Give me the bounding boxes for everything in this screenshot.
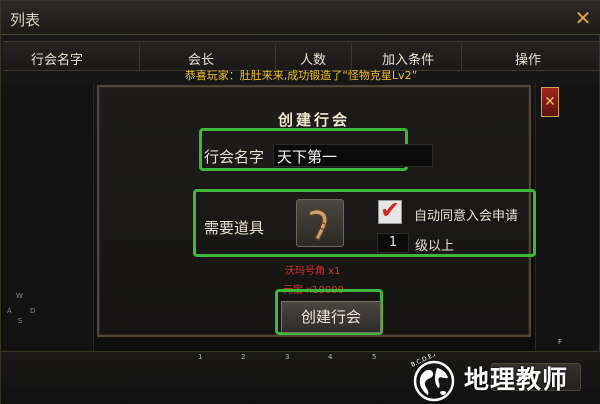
guild-list-window: 列表 ✕ 行会名字 会长 人数 加入条件 操作 恭喜玩家：肚肚来来,成功锻造了“…	[0, 0, 600, 404]
watermark-text: 地理教师	[464, 365, 569, 394]
window-titlebar: 列表 ✕	[1, 1, 600, 35]
globe-logo-icon: B.C.D.E.F	[410, 354, 455, 402]
hotbar-slot-4[interactable]: 4	[328, 353, 332, 361]
compass-d: D	[30, 307, 36, 315]
system-announcement: 恭喜玩家：肚肚来来,成功锻造了“怪物克星Lv2”	[184, 69, 418, 82]
min-level-input[interactable]: 1	[377, 233, 409, 253]
compass-a: A	[7, 307, 12, 315]
required-item-slot[interactable]	[296, 199, 344, 247]
panel-divider	[93, 83, 94, 353]
guild-name-input[interactable]: 天下第一	[273, 144, 433, 167]
checkmark-icon: ✔	[380, 196, 401, 224]
compass-w: W	[16, 292, 23, 300]
compass-s: S	[18, 317, 23, 325]
horn-icon	[308, 208, 328, 242]
column-members[interactable]: 人数	[300, 49, 326, 68]
min-level-suffix: 级以上	[415, 239, 455, 254]
right-panel	[536, 83, 599, 351]
create-guild-button[interactable]: 创建行会	[281, 301, 381, 333]
required-item-cost: 沃玛号角 x1	[285, 266, 341, 277]
column-join-condition[interactable]: 加入条件	[382, 49, 434, 68]
movement-compass: W A S D	[5, 289, 41, 325]
auto-approve-checkbox[interactable]: ✔	[378, 196, 402, 224]
dialog-title: 创建行会	[277, 111, 350, 129]
column-actions[interactable]: 操作	[515, 49, 541, 68]
hotkey-f: F	[558, 338, 563, 346]
close-icon[interactable]: ✕	[573, 8, 593, 28]
guild-name-label: 行会名字	[204, 148, 265, 166]
dialog-close-icon[interactable]: ✕	[541, 87, 559, 117]
auto-approve-label: 自动同意入会申请	[414, 209, 519, 224]
column-leader[interactable]: 会长	[188, 49, 214, 68]
hotbar-slot-3[interactable]: 3	[285, 353, 289, 361]
required-item-label: 需要道具	[204, 219, 265, 237]
window-title: 列表	[10, 11, 41, 29]
watermark: B.C.D.E.F 地理教师	[404, 354, 600, 404]
hotbar-slot-5[interactable]: 5	[372, 353, 376, 361]
column-guild-name[interactable]: 行会名字	[31, 49, 83, 68]
hotbar-slot-1[interactable]: 1	[198, 353, 202, 361]
hotbar-slot-2[interactable]: 2	[241, 353, 245, 361]
